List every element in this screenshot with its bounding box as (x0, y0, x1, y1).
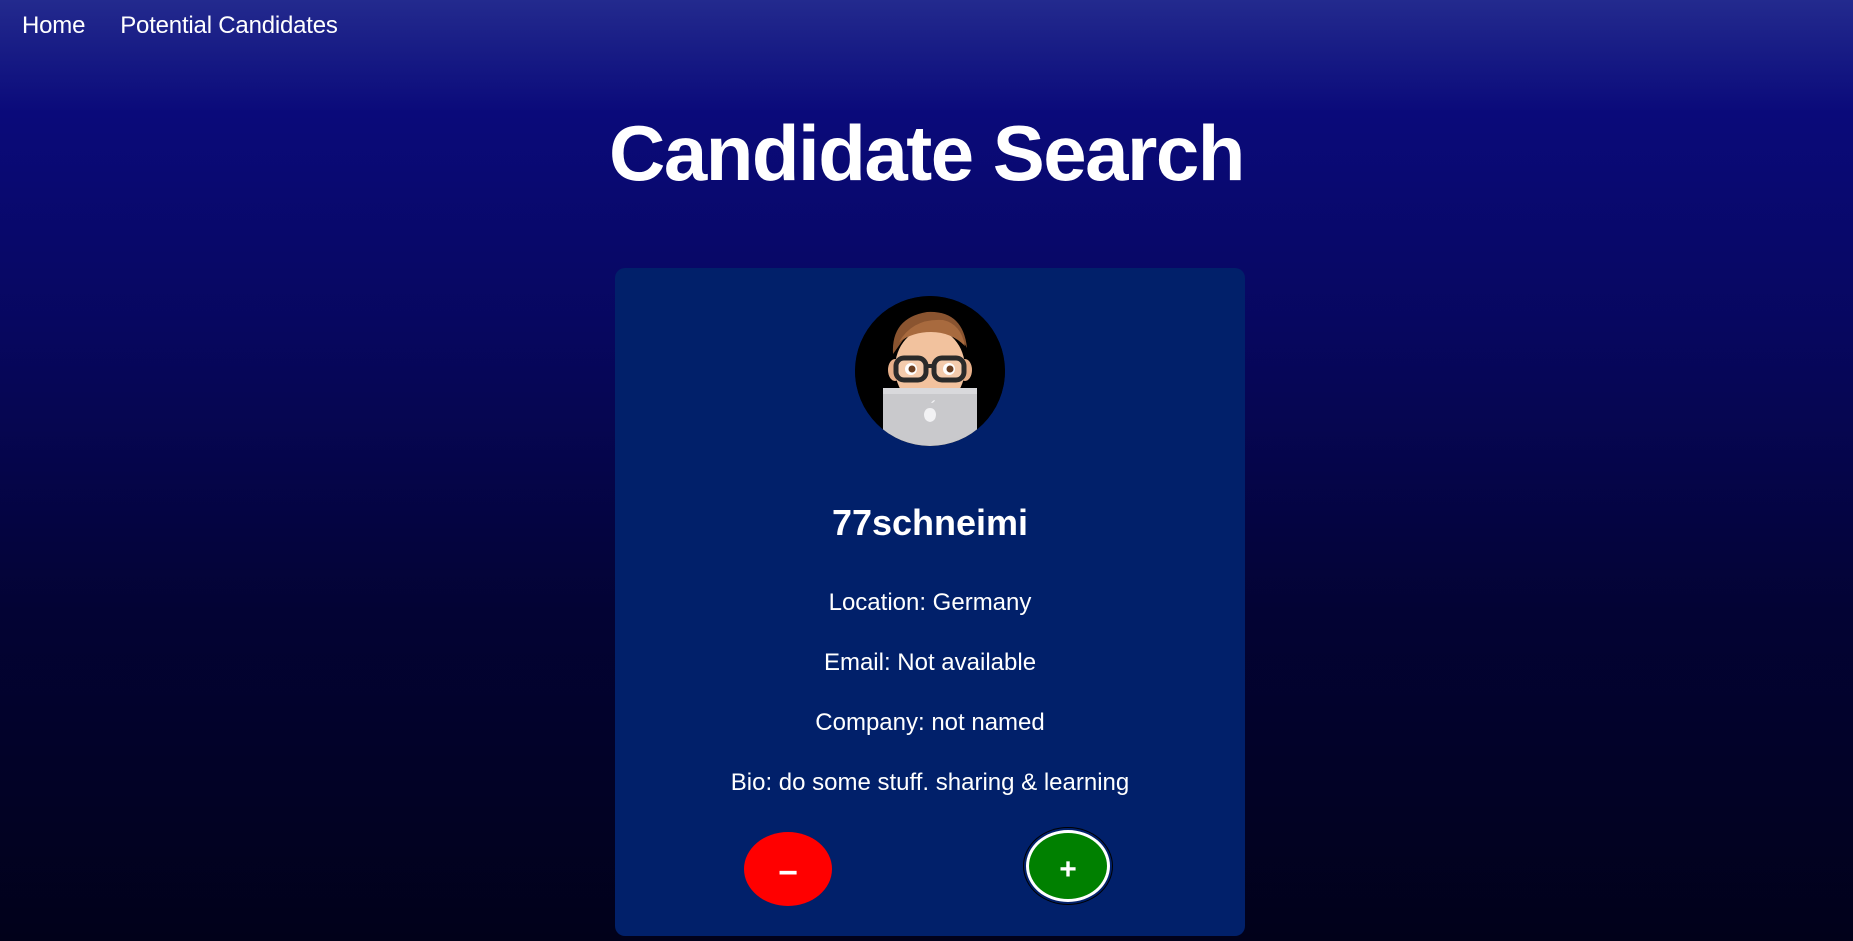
candidate-bio: Bio: do some stuff. sharing & learning (730, 769, 1130, 796)
candidate-avatar (855, 296, 1005, 446)
save-candidate-button[interactable]: + (1026, 830, 1110, 902)
reject-candidate-button[interactable]: − (744, 832, 832, 906)
page-title: Candidate Search (609, 109, 1245, 197)
plus-icon: + (1059, 853, 1077, 886)
candidate-email: Email: Not available (823, 649, 1037, 676)
candidate-username: 77schneimi (831, 502, 1029, 543)
memoji-avatar-icon (855, 296, 1005, 446)
candidate-card: 77schneimi Location: Germany Email: Not … (615, 268, 1245, 936)
top-nav: Home Potential Candidates (22, 12, 338, 40)
nav-potential-candidates-link[interactable]: Potential Candidates (120, 12, 338, 40)
candidate-company: Company: not named (815, 709, 1045, 736)
candidate-location: Location: Germany (828, 589, 1032, 616)
minus-icon: − (778, 854, 798, 892)
nav-home-link[interactable]: Home (22, 12, 85, 40)
